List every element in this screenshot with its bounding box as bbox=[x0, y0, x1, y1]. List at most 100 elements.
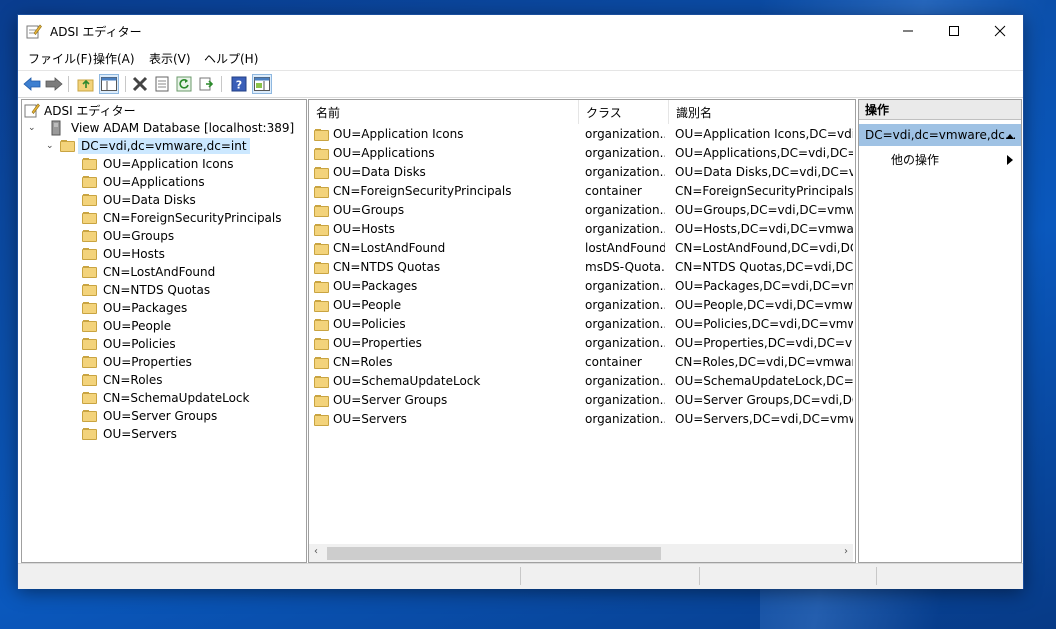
show-hide-console-tree-button[interactable] bbox=[99, 74, 119, 94]
list-item[interactable]: CN=LostAndFound lostAndFound CN=LostAndFou… bbox=[309, 239, 853, 258]
scroll-left-icon[interactable]: ‹ bbox=[314, 546, 318, 557]
column-header-name-label: 名前 bbox=[316, 105, 341, 120]
list-item[interactable]: CN=NTDS Quotas msDS-Quota... CN=NTDS Quota… bbox=[309, 258, 853, 277]
tree-item[interactable]: CN=SchemaUpdateLock bbox=[82, 389, 249, 407]
action-pane: 操作 DC=vdi,dc=vmware,dc... 他の操作 bbox=[858, 99, 1022, 563]
tree-item-label: OU=People bbox=[103, 319, 172, 333]
more-actions-item[interactable]: 他の操作 bbox=[891, 151, 939, 168]
maximize-button[interactable] bbox=[931, 15, 977, 47]
close-button[interactable] bbox=[977, 15, 1023, 47]
horizontal-scrollbar[interactable]: ‹ › bbox=[309, 544, 853, 562]
list-item[interactable]: OU=Applications organization... OU=Applica… bbox=[309, 144, 853, 163]
toolbar: ? bbox=[18, 70, 1023, 98]
list-item[interactable]: OU=Data Disks organization... OU=Data Disk… bbox=[309, 163, 853, 182]
folder-icon bbox=[314, 243, 330, 255]
action-section-selected[interactable]: DC=vdi,dc=vmware,dc... bbox=[859, 124, 1021, 146]
tree-connection-node[interactable]: ⌄ View ADAM Database [localhost:389] bbox=[28, 119, 294, 137]
properties-button[interactable] bbox=[152, 74, 172, 94]
list-item-name: OU=Policies bbox=[333, 317, 406, 331]
tree-item[interactable]: OU=Server Groups bbox=[82, 407, 217, 425]
list-item-name: OU=Hosts bbox=[333, 222, 395, 236]
chevron-down-icon[interactable]: ⌄ bbox=[28, 123, 42, 133]
action-pane-header: 操作 bbox=[859, 100, 1021, 120]
list-item-class: container bbox=[585, 355, 642, 369]
title-bar[interactable]: ADSI エディター bbox=[18, 15, 1023, 47]
tree-item[interactable]: OU=Groups bbox=[82, 227, 174, 245]
list-item-class: organization... bbox=[585, 203, 665, 217]
tree-item[interactable]: CN=Roles bbox=[82, 371, 163, 389]
list-item[interactable]: OU=SchemaUpdateLock organization... OU=Sch… bbox=[309, 372, 853, 391]
action-pane-icon bbox=[254, 77, 270, 91]
folder-icon bbox=[82, 212, 98, 224]
list-item-class: lostAndFound bbox=[585, 241, 665, 255]
tree-item[interactable]: OU=Applications bbox=[82, 173, 205, 191]
scroll-right-icon[interactable]: › bbox=[844, 546, 848, 557]
tree-item[interactable]: OU=Packages bbox=[82, 299, 187, 317]
tree-selected-node[interactable]: ⌄ DC=vdi,dc=vmware,dc=int bbox=[46, 137, 250, 155]
tree-root-adsi-editor[interactable]: ADSI エディター bbox=[24, 101, 136, 119]
tree-item[interactable]: OU=Hosts bbox=[82, 245, 165, 263]
list-item[interactable]: OU=Servers organization... OU=Servers,DC=v… bbox=[309, 410, 853, 429]
forward-button[interactable] bbox=[44, 74, 64, 94]
list-item[interactable]: OU=Server Groups organization... OU=Server… bbox=[309, 391, 853, 410]
horizontal-scroll-thumb[interactable] bbox=[327, 547, 661, 560]
tree-item-label: CN=ForeignSecurityPrincipals bbox=[103, 211, 282, 225]
menu-action[interactable]: 操作(A) bbox=[93, 50, 135, 67]
delete-button[interactable] bbox=[130, 74, 150, 94]
status-segment bbox=[876, 567, 877, 585]
menu-help[interactable]: ヘルプ(H) bbox=[204, 50, 258, 67]
list-item[interactable]: OU=Packages organization... OU=Packages,DC… bbox=[309, 277, 853, 296]
list-item-class: organization... bbox=[585, 393, 665, 407]
column-header-class[interactable]: クラス bbox=[579, 100, 669, 124]
show-hide-action-pane-button[interactable] bbox=[252, 74, 272, 94]
list-item-dn: OU=Groups,DC=vdi,DC=vmware,D bbox=[675, 203, 853, 217]
more-actions-label: 他の操作 bbox=[891, 153, 940, 167]
up-one-level-button[interactable] bbox=[76, 74, 96, 94]
list-item[interactable]: CN=ForeignSecurityPrincipals container CN=… bbox=[309, 182, 853, 201]
list-item[interactable]: CN=Roles container CN=Roles,DC=vdi,DC=vmwa… bbox=[309, 353, 853, 372]
menu-file[interactable]: ファイル(F) bbox=[28, 50, 92, 67]
help-button[interactable]: ? bbox=[229, 74, 249, 94]
list-item-dn: OU=Policies,DC=vdi,DC=vmware, bbox=[675, 317, 853, 331]
folder-icon bbox=[82, 194, 98, 206]
back-button[interactable] bbox=[22, 74, 42, 94]
console-tree-pane: ADSI エディター ⌄ View ADAM Database [localho… bbox=[21, 99, 307, 563]
list-item-name: OU=SchemaUpdateLock bbox=[333, 374, 481, 388]
close-icon bbox=[994, 25, 1006, 37]
list-item[interactable]: OU=Application Icons organization... OU=Ap… bbox=[309, 125, 853, 144]
list-item[interactable]: OU=Hosts organization... OU=Hosts,DC=vdi,D… bbox=[309, 220, 853, 239]
tree-item[interactable]: CN=LostAndFound bbox=[82, 263, 215, 281]
folder-icon bbox=[314, 205, 330, 217]
minimize-button[interactable] bbox=[885, 15, 931, 47]
tree-item-label: OU=Application Icons bbox=[103, 157, 234, 171]
list-item[interactable]: OU=Policies organization... OU=Policies,DC… bbox=[309, 315, 853, 334]
list-item[interactable]: OU=Groups organization... OU=Groups,DC=vdi… bbox=[309, 201, 853, 220]
collapse-up-icon[interactable] bbox=[1005, 132, 1015, 140]
list-item[interactable]: OU=People organization... OU=People,DC=vdi… bbox=[309, 296, 853, 315]
menu-view[interactable]: 表示(V) bbox=[149, 50, 191, 67]
folder-icon bbox=[82, 248, 98, 260]
chevron-down-icon[interactable]: ⌄ bbox=[46, 141, 60, 151]
tree-item-label: CN=Roles bbox=[103, 373, 163, 387]
tree-item[interactable]: CN=ForeignSecurityPrincipals bbox=[82, 209, 282, 227]
list-item[interactable]: OU=Properties organization... OU=Propertie… bbox=[309, 334, 853, 353]
tree-item[interactable]: OU=Application Icons bbox=[82, 155, 233, 173]
column-header-dn[interactable]: 識別名 bbox=[669, 100, 855, 124]
list-item-class: organization... bbox=[585, 298, 665, 312]
tree-item[interactable]: OU=Data Disks bbox=[82, 191, 196, 209]
refresh-button[interactable] bbox=[174, 74, 194, 94]
tree-item[interactable]: CN=NTDS Quotas bbox=[82, 281, 210, 299]
column-header-name[interactable]: 名前 bbox=[309, 100, 579, 124]
tree-item[interactable]: OU=Properties bbox=[82, 353, 192, 371]
list-item-dn: OU=Servers,DC=vdi,DC=vmware,D bbox=[675, 412, 853, 426]
folder-icon bbox=[82, 284, 98, 296]
export-list-button[interactable] bbox=[197, 74, 217, 94]
folder-icon bbox=[314, 319, 330, 331]
tree-item[interactable]: OU=Policies bbox=[82, 335, 176, 353]
tree-item[interactable]: OU=People bbox=[82, 317, 171, 335]
adsi-editor-window: ADSI エディター ファイル(F) 操作(A) 表示(V) ヘルプ(H) ? … bbox=[18, 15, 1023, 589]
tree-item[interactable]: OU=Servers bbox=[82, 425, 177, 443]
folder-icon bbox=[314, 338, 330, 350]
list-item-dn: OU=Packages,DC=vdi,DC=vmware bbox=[675, 279, 853, 293]
folder-icon bbox=[82, 338, 98, 350]
